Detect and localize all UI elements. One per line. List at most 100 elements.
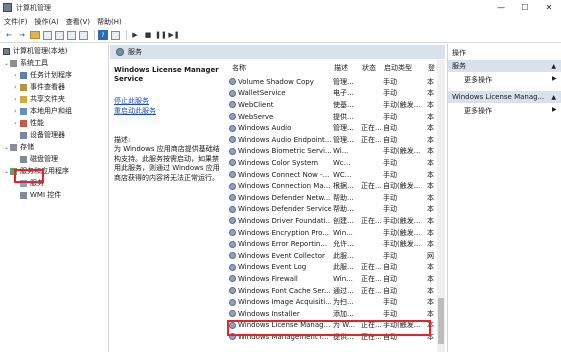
service-startup-type: 手动(触发... bbox=[383, 240, 421, 249]
table-row[interactable]: Windows Audio Endpoint... 管理... 正在... 自动本 bbox=[229, 134, 445, 146]
service-name-text: Windows Encryption Pro... bbox=[238, 228, 329, 237]
service-status: 正在... bbox=[361, 263, 381, 272]
table-row[interactable]: Windows Installer 添加... 手动本 bbox=[229, 308, 445, 320]
table-row[interactable]: Windows Encryption Pro... Win... 手动(触发... 本 bbox=[229, 227, 445, 239]
table-row[interactable]: Windows Audio 管理... 正在... 自动本 bbox=[229, 122, 445, 134]
table-row[interactable]: WalletService 电子... 手动本 bbox=[229, 88, 445, 100]
tree-node-icon bbox=[10, 143, 17, 151]
table-row[interactable]: Windows Image Acquisiti... 为扫... 手动本 bbox=[229, 296, 445, 308]
service-gear-icon bbox=[229, 194, 236, 202]
table-row[interactable]: Windows Error Reportin... 允许... 手动(触发... 本 bbox=[229, 238, 445, 250]
menu-view[interactable]: 查看(V) bbox=[66, 17, 90, 27]
service-description: Wi... bbox=[333, 147, 349, 156]
service-name-text: WebClient bbox=[238, 100, 274, 109]
tree-item-label: 系统工具 bbox=[20, 59, 48, 67]
service-name: Volume Shadow Copy bbox=[229, 78, 331, 86]
tree-item[interactable]: › 任务计划程序 bbox=[14, 70, 72, 80]
menu-action[interactable]: 操作(A) bbox=[35, 17, 59, 27]
pause-icon[interactable]: ❚❚ bbox=[155, 30, 167, 40]
tree-item[interactable]: ⌄ 存储 bbox=[4, 142, 34, 152]
service-name-text: Windows Defender Service bbox=[238, 205, 331, 214]
export-list-icon[interactable] bbox=[79, 30, 88, 40]
service-startup-type: 自动 bbox=[383, 135, 397, 144]
menu-help[interactable]: 帮助(H) bbox=[97, 17, 122, 27]
service-startup-type: 手动 bbox=[383, 112, 397, 121]
table-row[interactable]: WebServe 提供... 手动本 bbox=[229, 111, 445, 123]
properties-icon[interactable] bbox=[55, 30, 64, 40]
help-icon[interactable]: ? bbox=[98, 30, 108, 40]
service-name-text: Windows Font Cache Ser... bbox=[238, 286, 331, 295]
table-row[interactable]: Windows Driver Foundati... 创建... 正在... 手动(触… bbox=[229, 215, 445, 227]
table-row[interactable]: Windows Biometric Servi... Wi... 手动(触发... 本 bbox=[229, 146, 445, 158]
column-header-status[interactable]: 状态 bbox=[359, 63, 381, 74]
service-name: WebServe bbox=[229, 113, 331, 121]
stop-service-link[interactable]: 停止此服务 bbox=[114, 96, 149, 106]
actions-section-selected-service[interactable]: Windows License Manag... ▲ bbox=[448, 91, 561, 103]
view-icon[interactable] bbox=[111, 30, 120, 40]
play-icon[interactable]: ▶ bbox=[130, 30, 140, 40]
forward-icon[interactable]: → bbox=[17, 30, 27, 40]
menu-file[interactable]: 文件(F) bbox=[4, 17, 28, 27]
restart-service-link[interactable]: 重启动此服务 bbox=[114, 106, 156, 116]
tree-item[interactable]: › 事件查看器 bbox=[14, 82, 65, 92]
column-header-startup-type[interactable]: 启动类型 bbox=[381, 63, 425, 74]
table-row[interactable]: Windows Font Cache Ser... 通过... 正在... 自动本 bbox=[229, 285, 445, 297]
table-row[interactable]: Volume Shadow Copy 管理... 手动本 bbox=[229, 76, 445, 88]
tree-root[interactable]: 计算机管理(本地) bbox=[3, 46, 67, 56]
table-row[interactable]: Windows Defender Service 帮助... 手动本 bbox=[229, 204, 445, 216]
service-description: 此服... bbox=[333, 263, 354, 272]
service-startup-type: 手动 bbox=[383, 309, 397, 318]
service-name: Windows Audio Endpoint... bbox=[229, 136, 331, 144]
stop-icon[interactable]: ■ bbox=[143, 30, 153, 40]
service-gear-icon bbox=[229, 124, 236, 132]
tree-item[interactable]: ⌄ 系统工具 bbox=[4, 58, 48, 68]
scrollbar-thumb[interactable] bbox=[438, 298, 444, 344]
service-name: Windows Audio bbox=[229, 124, 331, 132]
tree-item[interactable]: WMI 控件 bbox=[14, 190, 61, 200]
service-gear-icon bbox=[229, 298, 236, 306]
folder-up-icon[interactable] bbox=[30, 31, 40, 39]
tree-node-icon bbox=[20, 119, 27, 127]
refresh-icon[interactable] bbox=[67, 30, 76, 40]
table-row[interactable]: Windows Defender Netw... 帮助... 手动本 bbox=[229, 192, 445, 204]
table-row[interactable]: Windows Connection Ma... 根据... 正在... 自动(触发.… bbox=[229, 180, 445, 192]
table-row[interactable]: Windows Firewall Win... 正在... 自动本 bbox=[229, 273, 445, 285]
table-row[interactable]: WebClient 使基... 手动(触发... 本 bbox=[229, 99, 445, 111]
service-startup-type: 手动 bbox=[383, 205, 397, 214]
more-actions-services[interactable]: 更多操作 ▶ bbox=[464, 75, 557, 85]
service-description: 管理... bbox=[333, 124, 354, 133]
service-description: 为扫... bbox=[333, 298, 354, 307]
actions-pane: 操作 服务 ▲ 更多操作 ▶ Windows License Manag... … bbox=[447, 44, 561, 352]
column-header-description[interactable]: 描述 bbox=[331, 63, 359, 74]
services-scrollbar[interactable] bbox=[437, 60, 445, 352]
tree-item[interactable]: › 本地用户和组 bbox=[14, 106, 72, 116]
tree-item[interactable]: › 共享文件夹 bbox=[14, 94, 65, 104]
back-icon[interactable]: ← bbox=[4, 30, 14, 40]
service-name: Windows Driver Foundati... bbox=[229, 217, 331, 225]
actions-section-services[interactable]: 服务 ▲ bbox=[448, 60, 561, 72]
close-button[interactable]: ✕ bbox=[537, 0, 561, 15]
minimize-button[interactable]: — bbox=[489, 0, 513, 15]
more-actions-selected-service[interactable]: 更多操作 ▶ bbox=[464, 106, 557, 116]
service-description: 允许... bbox=[333, 240, 354, 249]
table-row[interactable]: Windows Event Log 此服... 正在... 自动本 bbox=[229, 262, 445, 274]
tree-item[interactable]: › 性能 bbox=[14, 118, 44, 128]
service-gear-icon bbox=[229, 205, 236, 213]
tree-item[interactable]: 设备管理器 bbox=[14, 130, 65, 140]
service-name-text: Windows Color System bbox=[238, 158, 319, 167]
service-name: Windows Color System bbox=[229, 159, 331, 167]
show-hide-tree-icon[interactable] bbox=[43, 30, 52, 40]
restart-icon[interactable]: ▶❚ bbox=[168, 30, 179, 40]
service-startup-type: 手动(触发... bbox=[383, 147, 421, 156]
maximize-button[interactable]: ☐ bbox=[513, 0, 537, 15]
table-row[interactable]: Windows Color System Wc... 手动本 bbox=[229, 157, 445, 169]
tree-item[interactable]: 磁盘管理 bbox=[14, 154, 58, 164]
menu-bar: 文件(F) 操作(A) 查看(V) 帮助(H) bbox=[0, 15, 561, 28]
tree-item-label: 设备管理器 bbox=[30, 131, 65, 139]
table-row[interactable]: Windows Event Collector 此服... 手动网 bbox=[229, 250, 445, 262]
table-row[interactable]: Windows Connect Now -... WC... 手动本 bbox=[229, 169, 445, 181]
column-header-name[interactable]: 名称 bbox=[229, 63, 331, 74]
service-gear-icon bbox=[229, 252, 236, 260]
window-title: 计算机管理 bbox=[16, 3, 51, 12]
tree-item-label: 共享文件夹 bbox=[30, 95, 65, 103]
